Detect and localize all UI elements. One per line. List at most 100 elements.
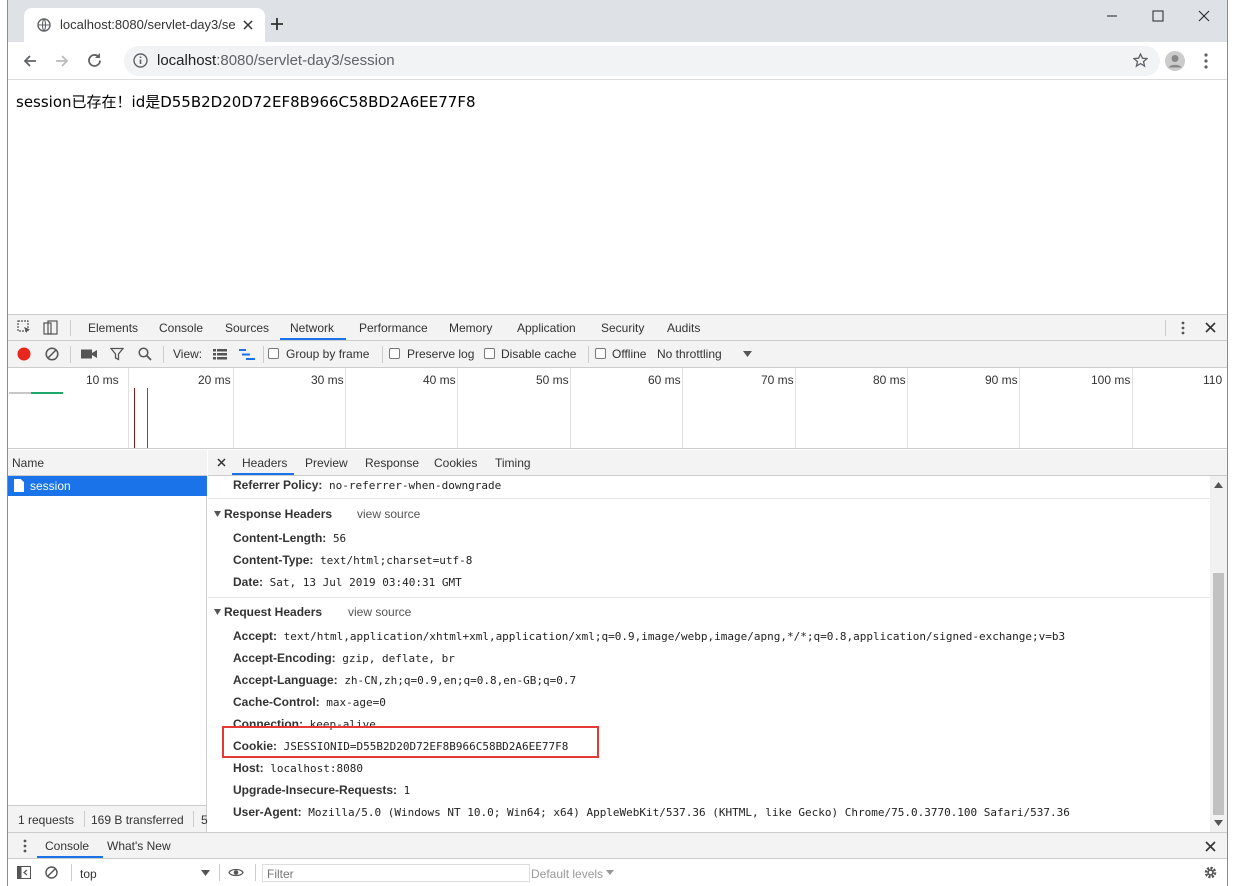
response-headers-title[interactable]: Response Headers [224, 507, 332, 521]
menu-icon[interactable] [1204, 53, 1208, 69]
request-header-row: Accept-Encoding: gzip, deflate, br [233, 651, 455, 665]
close-tab-icon[interactable] [242, 19, 254, 31]
active-tab-indicator [232, 473, 294, 475]
close-drawer-icon[interactable] [1205, 841, 1216, 852]
page-body-text: session已存在！id是D55B2D20D72EF8B966C58BD2A6… [16, 93, 476, 111]
request-header-row: Accept: text/html,application/xhtml+xml,… [233, 629, 1065, 643]
header-key: Cache-Control: [233, 695, 320, 709]
chevron-down-icon[interactable] [201, 870, 210, 876]
filter-icon[interactable] [110, 347, 124, 361]
clear-console-icon[interactable] [45, 866, 58, 879]
scroll-down-icon[interactable] [1214, 820, 1223, 826]
chevron-down-icon[interactable] [606, 870, 614, 875]
response-view-source-link[interactable]: view source [357, 507, 420, 521]
devtools-menu-icon[interactable] [1181, 321, 1185, 335]
minimize-button[interactable] [1089, 0, 1135, 32]
log-levels-select[interactable]: Default levels [531, 867, 603, 881]
tab-headers[interactable]: Headers [242, 456, 287, 470]
preserve-log-checkbox[interactable] [389, 348, 400, 359]
response-header-row: Content-Length: 56 [233, 531, 346, 545]
drawer-tab-whats-new[interactable]: What's New [107, 839, 171, 853]
address-bar[interactable]: localhost:8080/servlet-day3/session [124, 46, 1160, 76]
headers-scrollbar[interactable] [1210, 476, 1227, 832]
overview-tick-label: 60 ms [648, 373, 681, 387]
overview-gridline [128, 368, 129, 448]
live-expression-eye-icon[interactable] [228, 867, 244, 878]
context-select[interactable]: top [80, 867, 97, 881]
clear-icon[interactable] [45, 347, 59, 361]
offline-checkbox[interactable] [595, 348, 606, 359]
group-by-frame-checkbox[interactable] [268, 348, 279, 359]
toolbar-divider [163, 346, 164, 363]
tab-elements[interactable]: Elements [88, 321, 138, 335]
request-view-source-link[interactable]: view source [348, 605, 411, 619]
tab-preview[interactable]: Preview [305, 456, 348, 470]
network-toolbar: View: Group by frame Preserve log Disabl… [8, 341, 1227, 368]
network-overview: 10 ms 20 ms 30 ms 40 ms 50 ms 60 ms 70 m… [8, 368, 1227, 449]
close-devtools-icon[interactable] [1205, 322, 1216, 333]
request-headers-title[interactable]: Request Headers [224, 605, 322, 619]
tab-response[interactable]: Response [365, 456, 419, 470]
header-value: text/html;charset=utf-8 [320, 554, 473, 567]
network-summary-bar: 1 requests 169 B transferred 5 [8, 805, 208, 832]
drawer-tab-console[interactable]: Console [45, 839, 89, 853]
tab-audits[interactable]: Audits [667, 321, 700, 335]
toolbar-divider [588, 346, 589, 363]
header-key: User-Agent: [233, 805, 302, 819]
record-icon[interactable] [17, 347, 31, 361]
search-icon[interactable] [138, 347, 152, 361]
tab-security[interactable]: Security [601, 321, 644, 335]
console-settings-gear-icon[interactable] [1203, 865, 1218, 880]
scroll-up-icon[interactable] [1214, 482, 1223, 488]
chevron-down-icon[interactable] [743, 351, 752, 357]
disable-cache-checkbox[interactable] [484, 348, 495, 359]
close-window-button[interactable] [1181, 0, 1227, 32]
tab-cookies[interactable]: Cookies [434, 456, 477, 470]
back-icon[interactable] [22, 53, 38, 69]
request-detail-tabs: Headers Preview Response Cookies Timing [208, 450, 1227, 476]
scrollbar-thumb[interactable] [1213, 573, 1224, 815]
tab-performance[interactable]: Performance [359, 321, 428, 335]
tab-network[interactable]: Network [290, 321, 334, 335]
capture-screenshots-icon[interactable] [81, 348, 97, 360]
name-column-header[interactable]: Name [8, 450, 207, 476]
header-value: no-referrer-when-downgrade [329, 479, 502, 492]
close-detail-icon[interactable] [217, 458, 226, 467]
overview-tick-label: 100 ms [1091, 373, 1131, 387]
request-row[interactable]: session [8, 476, 207, 496]
profile-avatar[interactable] [1164, 50, 1186, 72]
request-header-row: Accept-Language: zh-CN,zh;q=0.9,en;q=0.8… [233, 673, 576, 687]
tab-console[interactable]: Console [159, 321, 203, 335]
star-icon[interactable] [1133, 53, 1148, 68]
info-icon[interactable] [133, 53, 148, 68]
device-toolbar-icon[interactable] [43, 320, 58, 335]
triangle-down-icon[interactable] [214, 609, 221, 615]
summary-divider [193, 811, 194, 827]
forward-icon[interactable] [54, 53, 70, 69]
overview-tick-label: 90 ms [985, 373, 1018, 387]
throttling-select[interactable]: No throttling [657, 347, 722, 361]
large-request-rows-icon[interactable] [213, 349, 227, 360]
console-filter-input[interactable]: Filter [262, 864, 530, 882]
overview-gridline [457, 368, 458, 448]
transferred-size: 169 B transferred [91, 813, 184, 827]
header-key: Host: [233, 761, 264, 775]
active-tab-indicator [280, 338, 346, 340]
reload-icon[interactable] [86, 52, 103, 69]
tab-memory[interactable]: Memory [449, 321, 492, 335]
drawer-menu-icon[interactable] [23, 839, 27, 853]
tab-application[interactable]: Application [517, 321, 576, 335]
browser-tab[interactable]: localhost:8080/servlet-day3/se [24, 8, 265, 42]
triangle-down-icon[interactable] [214, 511, 221, 517]
request-header-row: Host: localhost:8080 [233, 761, 363, 775]
overview-waterfall-icon[interactable] [239, 349, 255, 360]
console-toolbar: top Filter Default levels [8, 859, 1227, 886]
overview-tick-label: 110 [1203, 373, 1223, 387]
sidebar-toggle-icon[interactable] [17, 866, 31, 879]
tab-sources[interactable]: Sources [225, 321, 269, 335]
tab-timing[interactable]: Timing [495, 456, 531, 470]
new-tab-icon[interactable] [270, 17, 284, 31]
header-value: 56 [332, 532, 347, 545]
maximize-button[interactable] [1135, 0, 1181, 32]
inspect-element-icon[interactable] [17, 320, 32, 335]
